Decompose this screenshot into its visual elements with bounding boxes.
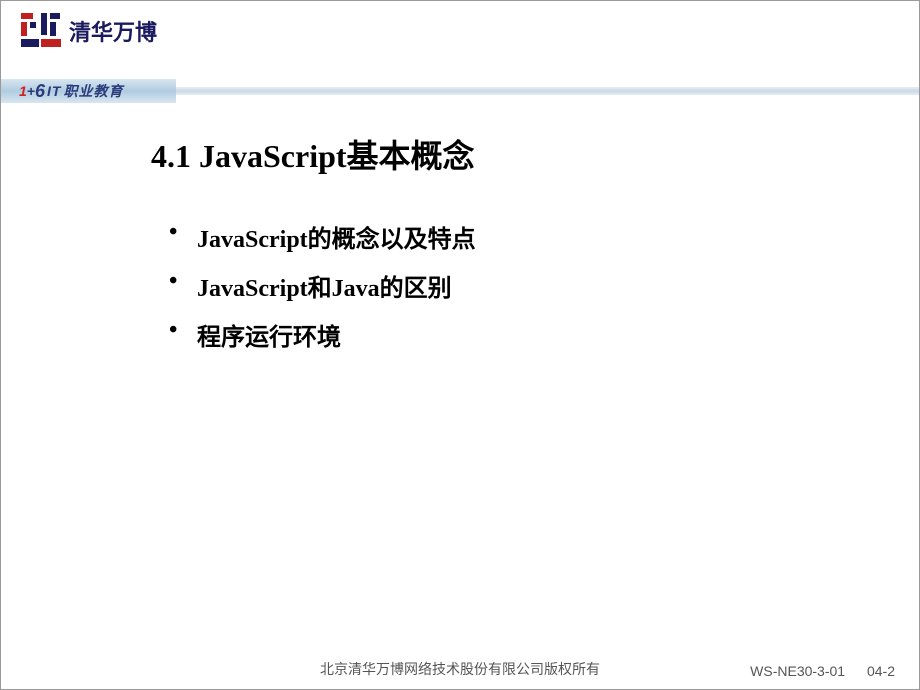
footer-right: WS-NE30-3-01 04-2 [750, 663, 895, 679]
header: 清华万博 1+6IT职业教育 [1, 1, 919, 101]
subtitle-cn: 职业教育 [63, 81, 123, 101]
bullet-item: 程序运行环境 [169, 317, 859, 352]
slide-title: 4.1 JavaScript基本概念 [151, 131, 859, 177]
subtitle-divider [176, 87, 919, 95]
subtitle-one: 1 [19, 83, 27, 99]
content: 4.1 JavaScript基本概念 JavaScript的概念以及特点 Jav… [1, 101, 919, 352]
logo-text: 清华万博 [69, 15, 157, 47]
footer-code: WS-NE30-3-01 [750, 663, 845, 679]
bullet-list: JavaScript的概念以及特点 JavaScript和Java的区别 程序运… [151, 219, 859, 352]
subtitle-bar: 1+6IT职业教育 [1, 79, 919, 103]
footer-page: 04-2 [867, 663, 895, 679]
subtitle-six: 6 [35, 81, 45, 102]
slide: 清华万博 1+6IT职业教育 4.1 JavaScript基本概念 JavaSc… [0, 0, 920, 690]
logo-icon [21, 13, 61, 49]
subtitle-left: 1+6IT职业教育 [1, 79, 176, 103]
logo: 清华万博 [21, 13, 157, 49]
subtitle-it: IT [47, 83, 61, 99]
bullet-item: JavaScript和Java的区别 [169, 268, 859, 303]
subtitle-plus: + [27, 83, 35, 99]
bullet-item: JavaScript的概念以及特点 [169, 219, 859, 254]
